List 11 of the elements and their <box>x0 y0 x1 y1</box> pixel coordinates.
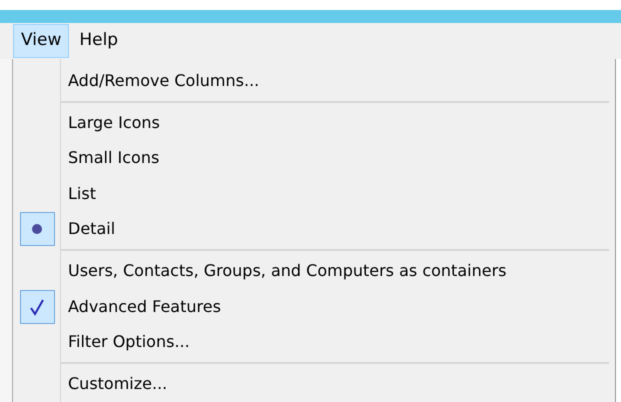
menu-item[interactable]: Filter Options... <box>68 330 190 354</box>
menu-bar-item[interactable]: Help <box>71 24 126 58</box>
menu-item[interactable]: Users, Contacts, Groups, and Computers as containers <box>68 259 506 284</box>
menu-item[interactable]: List <box>68 182 96 206</box>
menu-item[interactable]: Large Icons <box>68 110 160 135</box>
menu-item[interactable]: Detail <box>68 217 116 242</box>
menu-item[interactable]: Customize... <box>68 372 168 396</box>
menu-item[interactable]: Small Icons <box>68 146 160 170</box>
menu-bar-item[interactable]: View <box>13 24 70 58</box>
menu-item[interactable]: Add/Remove Columns... <box>68 68 260 93</box>
menu-item[interactable]: Advanced Features <box>68 294 221 319</box>
